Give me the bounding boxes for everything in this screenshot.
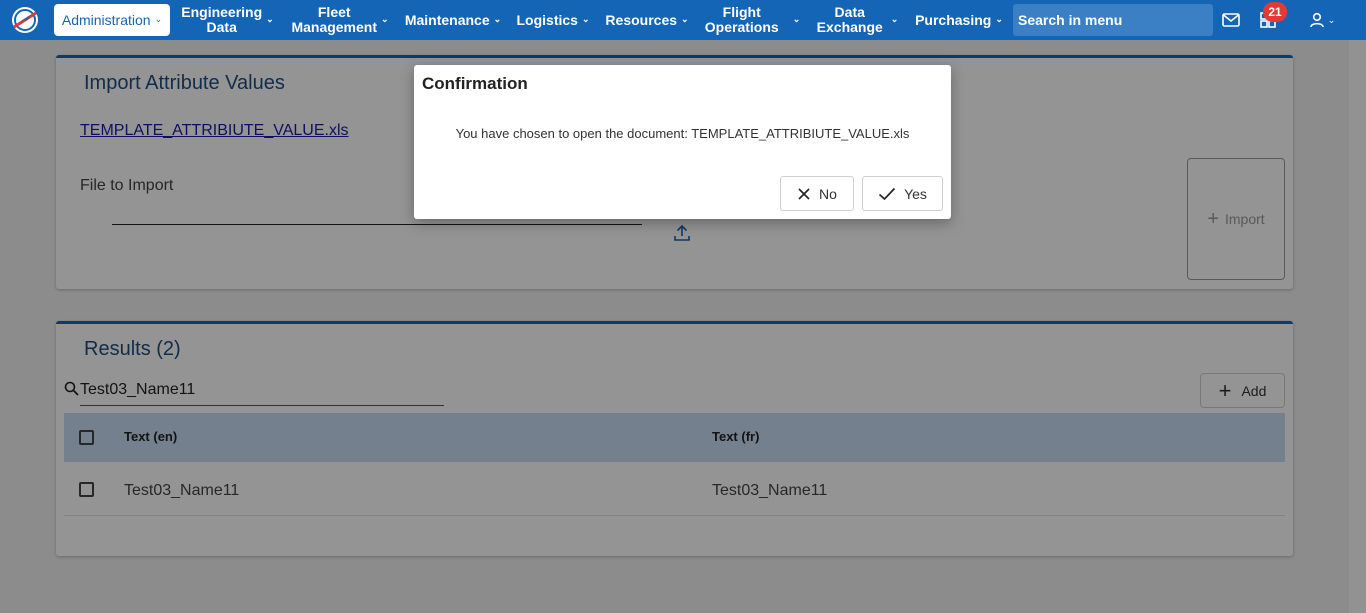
nav-data-exchange-label-line2: Exchange	[816, 19, 883, 35]
nav-administration-label: Administration	[61, 11, 151, 28]
nav-flight-operations-label-line2: Operations	[704, 19, 779, 35]
nav-resources[interactable]: Resources ⌄	[605, 0, 689, 40]
user-icon	[1309, 12, 1324, 28]
nav-purchasing[interactable]: Purchasing ⌄	[915, 0, 1003, 40]
no-button[interactable]: No	[780, 176, 854, 211]
dialog-message: You have chosen to open the document: TE…	[455, 126, 910, 141]
confirmation-dialog: Confirmation You have chosen to open the…	[414, 65, 951, 219]
menu-search-placeholder: Search in menu	[1018, 12, 1123, 28]
chevron-down-icon: ⌄	[266, 13, 274, 24]
chevron-down-icon: ⌄	[681, 13, 689, 24]
app-logo-icon[interactable]	[10, 5, 40, 35]
no-button-label: No	[819, 185, 837, 202]
notification-badge: 21	[1263, 2, 1287, 22]
nav-resources-label: Resources	[605, 11, 678, 28]
user-menu-button[interactable]: ⌄	[1304, 0, 1340, 40]
check-icon	[879, 187, 896, 200]
chevron-down-icon: ⌄	[493, 13, 502, 24]
chevron-down-icon: ⌄	[154, 13, 163, 24]
chevron-down-icon: ⌄	[1327, 14, 1336, 25]
nav-maintenance-label: Maintenance	[404, 11, 490, 28]
nav-fleet-management[interactable]: Fleet Management ⌄	[290, 0, 390, 40]
chevron-down-icon: ⌄	[381, 13, 389, 24]
nav-logistics-label: Logistics	[516, 11, 578, 28]
chevron-down-icon: ⌄	[890, 13, 899, 24]
nav-flight-operations[interactable]: Flight Operations ⌄	[705, 0, 800, 40]
nav-purchasing-label: Purchasing	[915, 11, 992, 28]
yes-button[interactable]: Yes	[862, 176, 943, 211]
nav-fleet-management-label-line1: Fleet	[317, 4, 351, 20]
nav-engineering-data-label-line1: Engineering	[181, 4, 263, 20]
nav-engineering-data-label-line2: Data	[206, 19, 237, 35]
mail-icon	[1222, 13, 1240, 27]
nav-logistics[interactable]: Logistics ⌄	[516, 0, 590, 40]
mail-button[interactable]	[1218, 0, 1244, 40]
nav-engineering-data[interactable]: Engineering Data ⌄	[180, 0, 275, 40]
chevron-down-icon: ⌄	[792, 13, 801, 24]
nav-administration[interactable]: Administration ⌄	[54, 4, 170, 36]
dialog-title: Confirmation	[422, 74, 528, 93]
chevron-down-icon: ⌄	[995, 13, 1003, 24]
nav-data-exchange[interactable]: Data Exchange ⌄	[815, 0, 900, 40]
close-icon	[798, 187, 810, 200]
nav-flight-operations-label-line1: Flight	[722, 4, 761, 20]
chevron-down-icon: ⌄	[581, 13, 590, 24]
scrollbar-track	[1349, 40, 1366, 613]
nav-maintenance[interactable]: Maintenance ⌄	[405, 0, 501, 40]
nav-fleet-management-label-line2: Management	[291, 19, 378, 35]
nav-data-exchange-label-line1: Data	[834, 4, 865, 20]
menu-search-input[interactable]: Search in menu	[1013, 4, 1213, 36]
yes-button-label: Yes	[904, 185, 927, 202]
top-navigation-bar: Administration ⌄ Engineering Data ⌄ Fleet Ma…	[0, 0, 1366, 40]
